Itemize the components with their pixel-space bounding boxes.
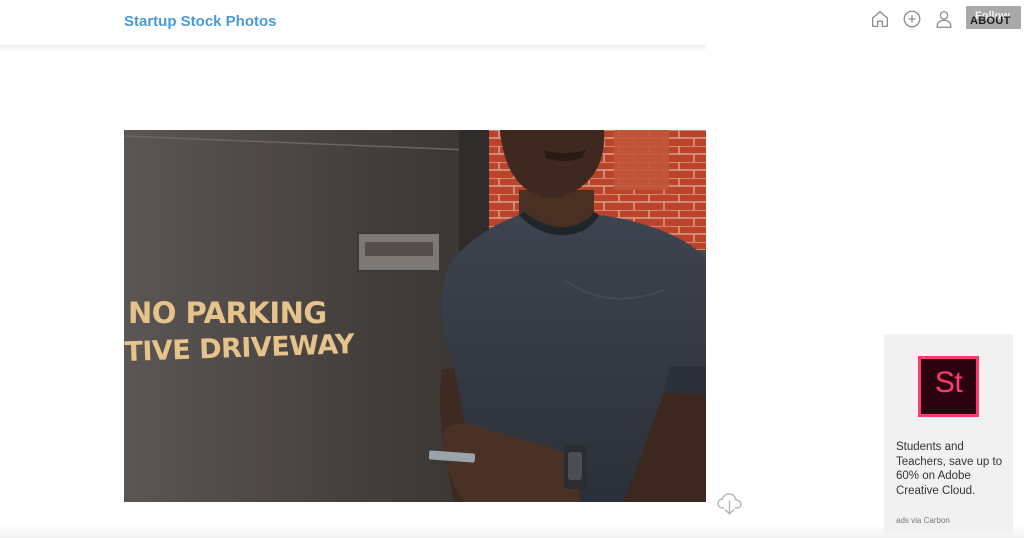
user-icon[interactable] <box>932 7 956 31</box>
bottom-fade <box>0 523 1024 538</box>
follow-button[interactable]: Follow ABOUT <box>966 6 1021 29</box>
carbon-ad: St Students and Teachers, save up to 60%… <box>884 334 1013 534</box>
header-shadow <box>0 45 706 51</box>
site-title-link[interactable]: Startup Stock Photos <box>124 13 277 30</box>
cloud-download-icon[interactable] <box>716 491 744 517</box>
photo-sign-line-1: NO PARKING <box>128 296 327 330</box>
site-header: Startup Stock Photos <box>0 0 706 46</box>
adobe-stock-logo[interactable]: St <box>918 356 979 417</box>
ad-text-link[interactable]: Students and Teachers, save up to 60% on… <box>896 440 1008 498</box>
top-nav-icons <box>868 6 964 32</box>
plus-circle-icon[interactable] <box>900 7 924 31</box>
ads-via-carbon-link[interactable]: ads via Carbon <box>896 516 950 525</box>
adobe-stock-logo-text: St <box>934 366 963 399</box>
page: Startup Stock Photos Follow ABOUT NO PAR… <box>0 0 1024 538</box>
about-link[interactable]: ABOUT <box>970 15 1011 27</box>
home-icon[interactable] <box>868 7 892 31</box>
adobe-stock-logo-inner: St <box>921 359 976 414</box>
main-photo[interactable]: NO PARKING TIVE DRIVEWAY <box>124 130 706 502</box>
